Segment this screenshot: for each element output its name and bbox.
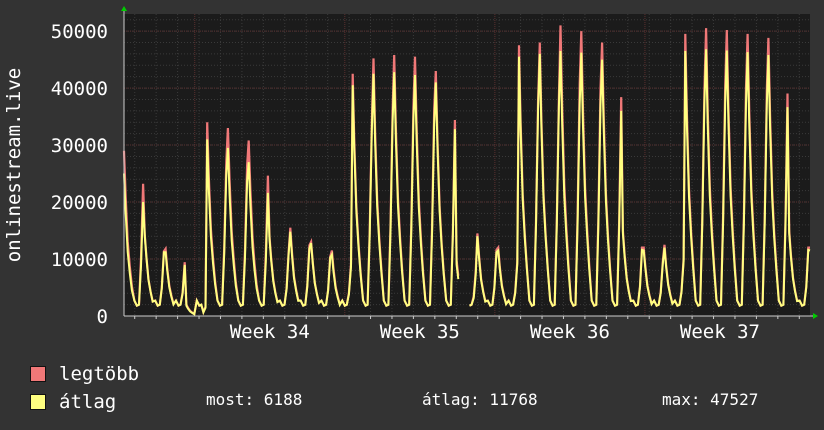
x-tick-label: Week 37: [680, 321, 760, 343]
y-axis-label: onlinestream.live: [3, 68, 25, 262]
y-tick-label: 10000: [51, 249, 108, 271]
legend-swatch-max: [30, 366, 46, 382]
legend-label-max: legtöbb: [59, 363, 140, 385]
y-tick-label: 20000: [51, 192, 108, 214]
legend-label-avg: átlag: [59, 391, 117, 413]
y-tick-label: 30000: [51, 135, 108, 157]
stat-average: átlag: 11768: [422, 390, 538, 409]
x-tick-label: Week 34: [230, 321, 310, 343]
x-tick-label: Week 36: [530, 321, 610, 343]
y-tick-label: 0: [97, 306, 108, 328]
y-tick-label: 50000: [51, 21, 108, 43]
legend-item-avg: átlag: [30, 390, 180, 414]
x-tick-label: Week 35: [380, 321, 460, 343]
legend-swatch-avg: [30, 394, 46, 410]
y-tick-label: 40000: [51, 78, 108, 100]
stat-current: most: 6188: [206, 390, 303, 409]
legend-item-max: legtöbb: [30, 362, 180, 386]
stat-maximum: max: 47527: [662, 390, 759, 409]
y-axis-arrow: [121, 6, 127, 11]
x-axis-arrow: [813, 313, 818, 319]
